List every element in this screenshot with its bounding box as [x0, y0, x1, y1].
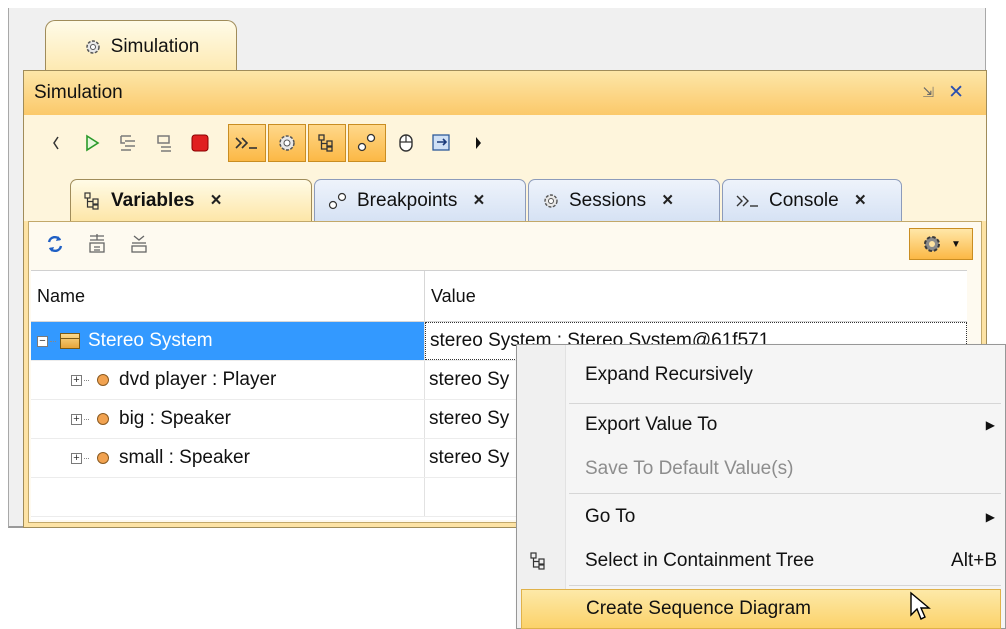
expand-toggle-icon[interactable]: + [71, 413, 82, 425]
menu-item-label: Export Value To [585, 414, 718, 435]
menu-item-export-value-to[interactable]: Export Value To ▶ [517, 405, 1005, 445]
expand-all-icon[interactable] [79, 226, 115, 262]
close-icon[interactable]: × [210, 190, 221, 212]
menu-item-shortcut: Alt+B [951, 550, 997, 571]
variables-toolbar [29, 222, 981, 266]
variables-toggle-icon[interactable] [308, 124, 346, 162]
column-header-value[interactable]: Value [425, 271, 967, 321]
console-toggle-icon[interactable] [228, 124, 266, 162]
expand-toggle-icon[interactable]: + [71, 452, 82, 464]
column-header-name[interactable]: Name [31, 271, 425, 321]
row-name: Stereo System [88, 330, 213, 351]
more-tools-icon[interactable] [460, 125, 496, 161]
row-name: small : Speaker [119, 447, 250, 468]
tab-variables-label: Variables [111, 189, 195, 211]
row-value: stereo Sy [429, 447, 510, 468]
gear-icon [924, 236, 941, 252]
panel-title: Simulation [34, 82, 123, 103]
step-into-icon[interactable] [110, 125, 146, 161]
simulation-outer-tab[interactable]: Simulation [45, 20, 237, 72]
row-value: stereo Sy [429, 369, 510, 390]
close-icon[interactable]: × [662, 190, 673, 212]
run-icon[interactable] [74, 125, 110, 161]
part-icon [97, 452, 109, 464]
simulation-toolbar [24, 115, 986, 171]
part-icon [97, 374, 109, 386]
row-name: dvd player : Player [119, 369, 277, 390]
menu-item-expand-recursively[interactable]: Expand Recursively [517, 355, 1005, 395]
tab-sessions-label: Sessions [569, 189, 647, 211]
gear-icon [85, 39, 100, 54]
tab-variables[interactable]: Variables × [70, 179, 312, 221]
close-icon[interactable]: × [855, 190, 866, 212]
stop-icon[interactable] [182, 125, 218, 161]
containment-tree-icon [530, 552, 545, 570]
export-trace-icon[interactable] [424, 125, 460, 161]
menu-item-go-to[interactable]: Go To ▶ [517, 497, 1005, 537]
panel-header: Simulation ⇲ ✕ [24, 71, 986, 115]
menu-item-label: Go To [585, 506, 636, 527]
part-icon [97, 413, 109, 425]
mouse-cursor-icon [910, 591, 931, 620]
menu-item-label: Create Sequence Diagram [586, 598, 811, 619]
tab-sessions[interactable]: Sessions × [528, 179, 720, 221]
outer-tab-label: Simulation [110, 35, 200, 57]
gear-icon [544, 193, 558, 208]
tab-breakpoints[interactable]: Breakpoints × [314, 179, 526, 221]
restore-icon[interactable]: ⇲ [922, 84, 934, 101]
step-over-icon[interactable] [146, 125, 182, 161]
menu-item-label: Select in Containment Tree [585, 550, 815, 571]
close-icon[interactable]: × [473, 190, 484, 212]
refresh-icon[interactable] [37, 226, 73, 262]
menu-item-save-to-default-values: Save To Default Value(s) [517, 449, 1005, 489]
chevron-down-icon: ▼ [951, 238, 961, 250]
submenu-arrow-icon: ▶ [985, 418, 995, 432]
breakpoints-toggle-icon[interactable] [348, 124, 386, 162]
block-icon [60, 333, 80, 349]
submenu-arrow-icon: ▶ [985, 510, 995, 524]
tab-console[interactable]: Console × [722, 179, 902, 221]
options-menu-button[interactable]: ▼ [909, 228, 973, 260]
variables-icon [84, 191, 99, 210]
scroll-left-icon[interactable] [38, 125, 74, 161]
row-value: stereo Sy [429, 408, 510, 429]
table-header: Name Value [31, 271, 967, 322]
context-menu: Expand Recursively Export Value To ▶ Sav… [516, 344, 1006, 629]
collapse-toggle-icon[interactable]: − [37, 335, 48, 347]
row-name: big : Speaker [119, 408, 231, 429]
menu-item-select-in-containment-tree[interactable]: Select in Containment Tree Alt+B [517, 541, 1005, 581]
mouse-icon[interactable] [388, 125, 424, 161]
expand-toggle-icon[interactable]: + [71, 374, 82, 386]
menu-item-label: Save To Default Value(s) [585, 458, 794, 479]
console-icon [736, 195, 758, 207]
inner-tab-strip: Variables × Breakpoints × Sessions × Con… [24, 171, 986, 221]
collapse-all-icon[interactable] [121, 226, 157, 262]
breakpoints-icon [328, 192, 347, 209]
close-panel-icon[interactable]: ✕ [948, 81, 964, 104]
tab-breakpoints-label: Breakpoints [357, 189, 458, 211]
tab-console-label: Console [769, 189, 839, 211]
sessions-toggle-icon[interactable] [268, 124, 306, 162]
menu-item-label: Expand Recursively [585, 364, 753, 385]
